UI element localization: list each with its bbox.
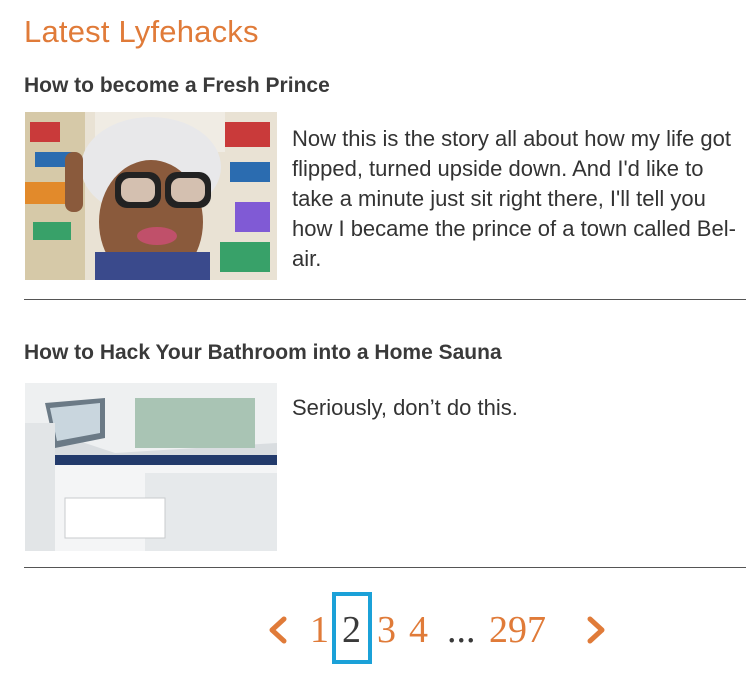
page-4-link[interactable]: 4 — [409, 610, 428, 650]
article-excerpt: Seriously, don’t do this. — [292, 395, 518, 420]
article-thumbnail[interactable] — [25, 112, 277, 280]
article-excerpt: Now this is the story all about how my l… — [292, 126, 736, 271]
article-thumbnail[interactable] — [25, 383, 277, 551]
page-ellipsis: ... — [447, 609, 476, 651]
page-1-link[interactable]: 1 — [310, 610, 329, 650]
pagination: 1 2 3 4 ... 297 — [262, 592, 622, 670]
article-title-link[interactable]: How to Hack Your Bathroom into a Home Sa… — [24, 341, 502, 365]
section-title: Latest Lyfehacks — [24, 14, 259, 49]
divider — [24, 567, 746, 568]
article-card: How to Hack Your Bathroom into a Home Sa… — [24, 341, 746, 556]
divider — [24, 299, 746, 300]
bathroom-photo — [25, 383, 277, 551]
article-card: How to become a Fresh Prince Now this is… — [24, 74, 746, 284]
page-297-link[interactable]: 297 — [489, 610, 546, 650]
chevron-right-icon[interactable] — [584, 616, 608, 644]
page-2-current[interactable]: 2 — [342, 610, 361, 650]
article-title-link[interactable]: How to become a Fresh Prince — [24, 74, 330, 98]
page-3-link[interactable]: 3 — [377, 610, 396, 650]
person-photo — [25, 112, 277, 280]
chevron-left-icon[interactable] — [266, 616, 290, 644]
